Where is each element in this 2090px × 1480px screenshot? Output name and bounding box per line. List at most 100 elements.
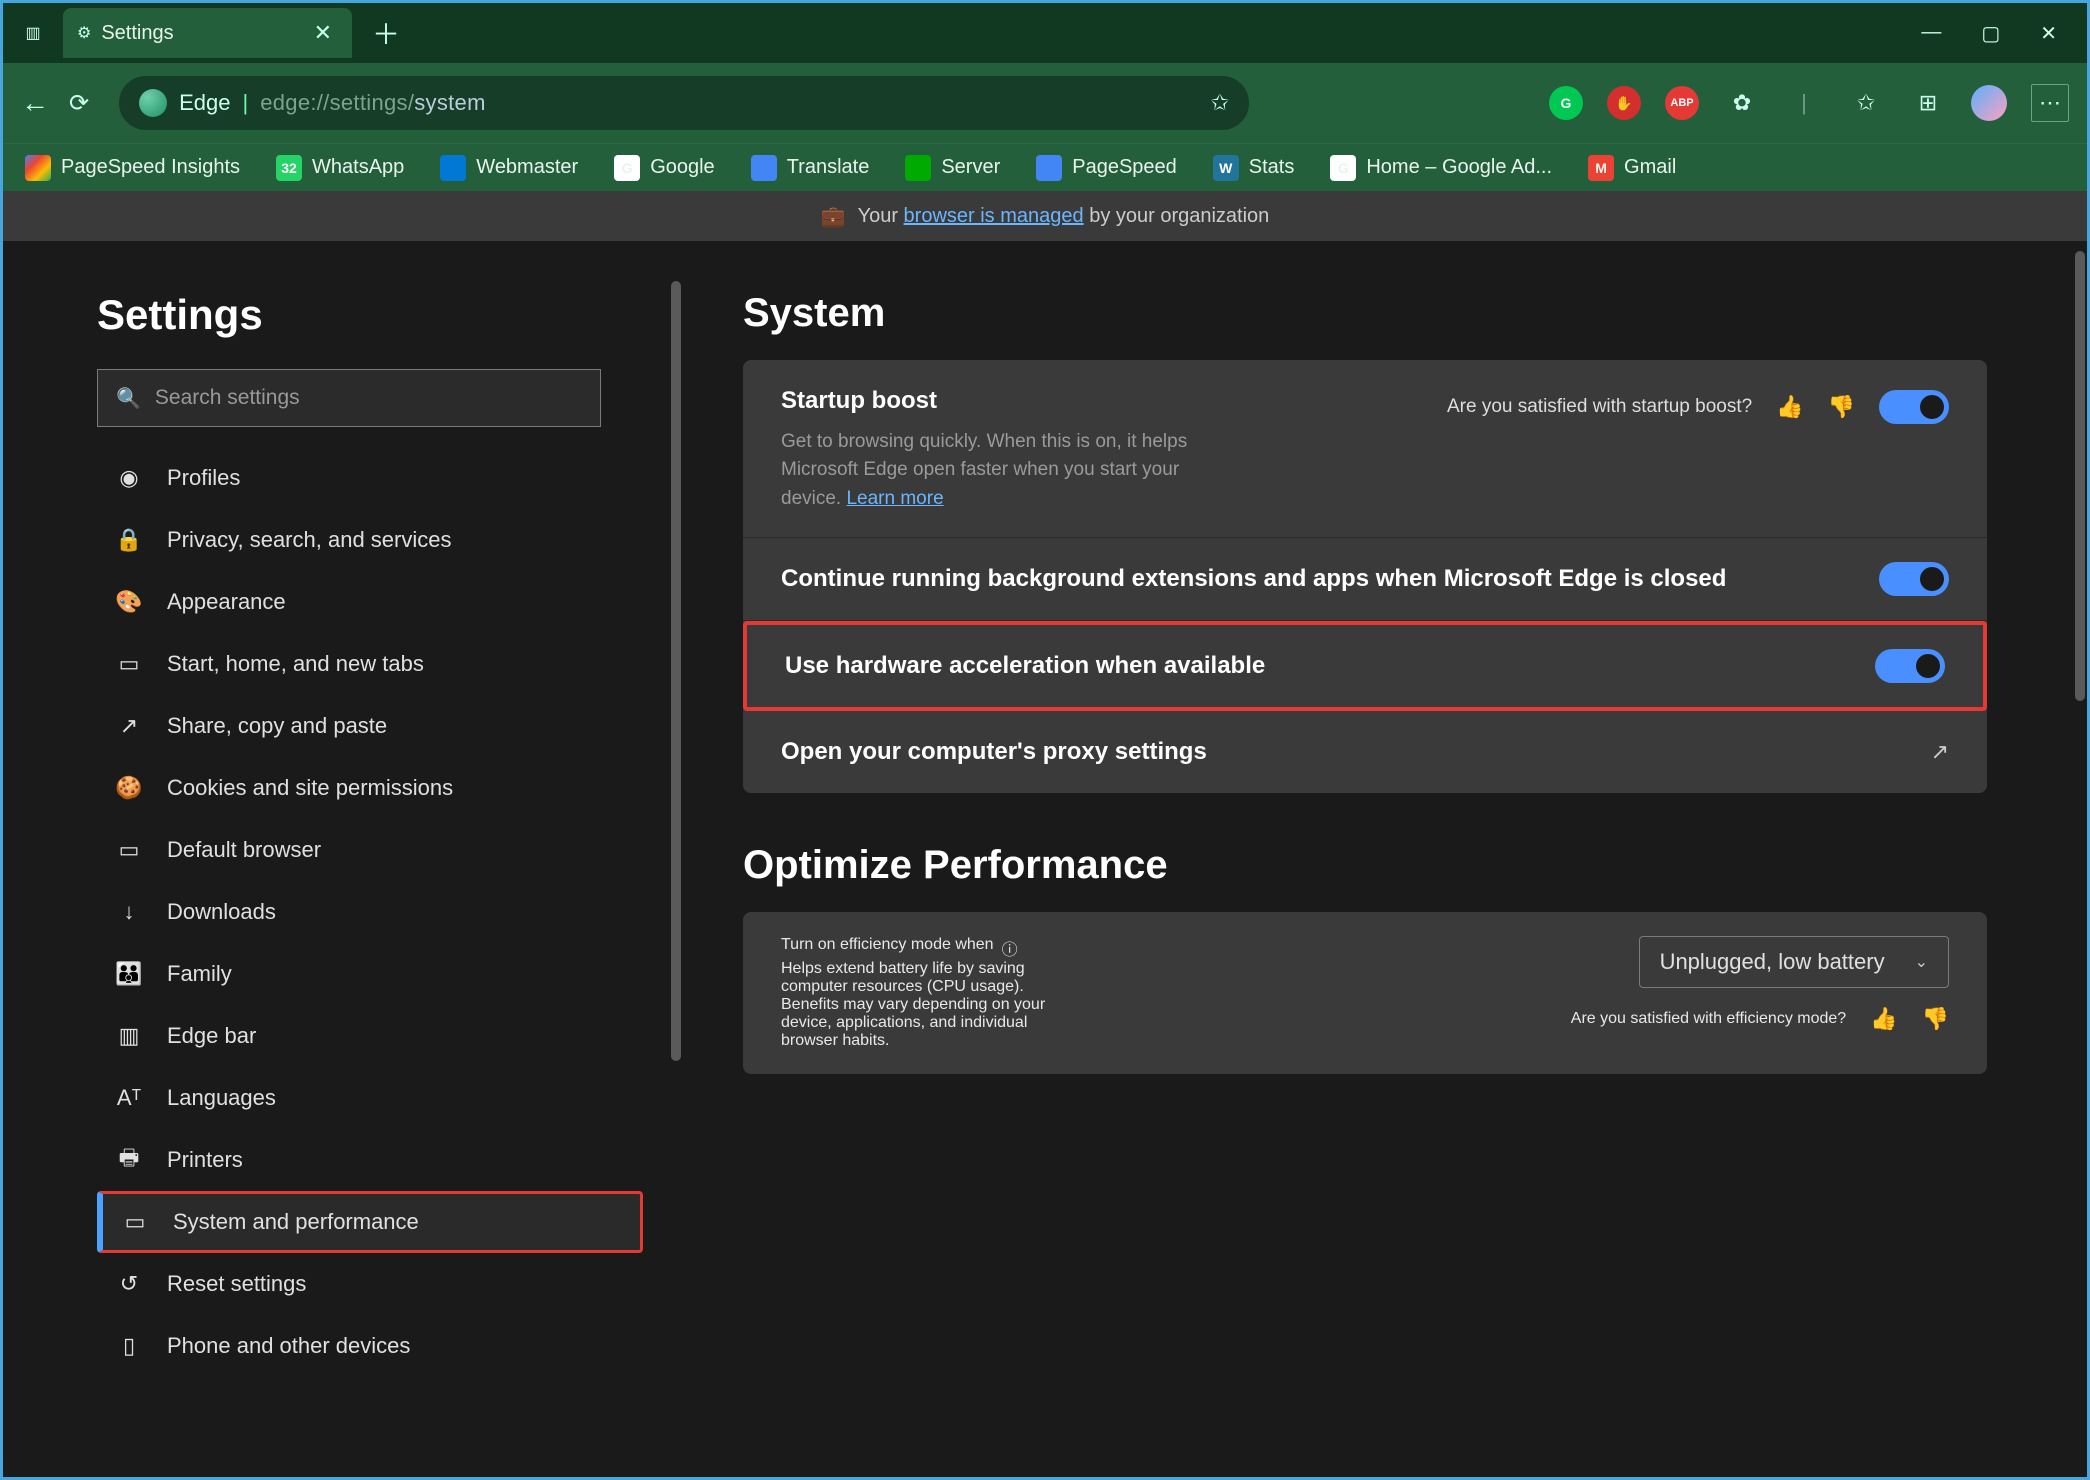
refresh-button[interactable]: ⟳ [69,89,89,118]
sidebar-item[interactable]: ▭Start, home, and new tabs [97,633,643,695]
bookmark-label: Server [941,156,1000,179]
search-settings[interactable]: 🔍 [97,369,601,427]
learn-more-link[interactable]: Learn more [846,488,943,509]
sidebar-item[interactable]: ▯Phone and other devices [97,1315,643,1377]
bookmark-label: Gmail [1624,156,1676,179]
search-input[interactable] [155,386,582,410]
sidebar-item[interactable]: 🔒Privacy, search, and services [97,509,643,571]
sidebar-item[interactable]: ▥Edge bar [97,1005,643,1067]
startup-boost-toggle[interactable] [1879,390,1949,424]
efficiency-feedback-label: Are you satisfied with efficiency mode? [1571,1010,1846,1028]
grammarly-icon[interactable]: G [1549,86,1583,120]
close-tab-icon[interactable]: ✕ [314,20,332,46]
sidebar-item-label: Edge bar [167,1023,256,1049]
row-proxy-settings[interactable]: Open your computer's proxy settings ↗ [743,711,1987,793]
external-link-icon: ↗ [1931,739,1949,765]
favorites-icon[interactable]: ✩ [1847,84,1885,122]
sidebar-item[interactable]: AᵀLanguages [97,1067,643,1129]
bookmark-item[interactable]: MGmail [1588,155,1676,181]
new-tab-button[interactable]: ＋ [372,13,400,53]
maximize-button[interactable]: ▢ [1981,21,2000,46]
more-menu-button[interactable]: ⋯ [2031,84,2069,122]
bookmark-item[interactable]: 32WhatsApp [276,155,404,181]
ublock-icon[interactable]: ✋ [1607,86,1641,120]
chevron-down-icon: ⌄ [1915,952,1928,972]
bookmark-label: Google [650,156,715,179]
bookmark-item[interactable]: GHome – Google Ad... [1330,155,1552,181]
sidebar-item[interactable]: 🍪Cookies and site permissions [97,757,643,819]
sidebar-item-label: Share, copy and paste [167,713,387,739]
efficiency-mode-dropdown[interactable]: Unplugged, low battery ⌄ [1639,936,1949,988]
sidebar-item-icon: ◉ [115,465,143,491]
row-hardware-acceleration: Use hardware acceleration when available [743,621,1987,711]
window-controls: — ▢ ✕ [1921,21,2057,46]
minimize-button[interactable]: — [1921,21,1941,46]
sidebar-item[interactable]: ↓ Downloads [97,881,643,943]
bookmark-item[interactable]: PageSpeed [1036,155,1177,181]
tab-view-icon[interactable]: ▥ [13,13,53,53]
sidebar-item-icon: ▯ [115,1333,143,1359]
bookmark-item[interactable]: Translate [751,155,870,181]
edge-label: Edge [179,90,230,116]
sidebar-item-label: Cookies and site permissions [167,775,453,801]
bookmark-item[interactable]: PageSpeed Insights [25,155,240,181]
bookmark-icon: 32 [276,155,302,181]
browser-tab[interactable]: ⚙ Settings ✕ [63,8,352,58]
sidebar-item[interactable]: 🖶Printers [97,1129,643,1191]
address-bar[interactable]: Edge | edge://settings/system ✩ [119,76,1249,130]
sidebar-item-icon: ▭ [115,837,143,863]
sidebar-scrollbar[interactable] [671,281,681,1061]
sidebar-item-label: System and performance [173,1209,419,1235]
sidebar-item-label: Profiles [167,465,240,491]
sidebar-item[interactable]: 🎨Appearance [97,571,643,633]
close-window-button[interactable]: ✕ [2040,21,2057,46]
thumbs-down-icon[interactable]: 👎 [1922,1006,1949,1032]
row-efficiency-mode: Turn on efficiency mode when ⓘ Helps ext… [743,912,1987,1074]
sidebar-item-label: Downloads [167,899,276,925]
sidebar-item[interactable]: ▭System and performance [97,1191,643,1253]
system-heading: System [743,291,1987,336]
content: Settings 🔍 ◉Profiles🔒Privacy, search, an… [3,241,2087,1477]
sidebar-item-icon: ↺ [115,1271,143,1297]
sidebar-item[interactable]: 👪Family [97,943,643,1005]
startup-title: Startup boost [781,384,1427,418]
abp-icon[interactable]: ABP [1665,86,1699,120]
sidebar-item-icon: ↓ [115,899,143,925]
profile-avatar[interactable] [1971,85,2007,121]
system-card: Startup boost Get to browsing quickly. W… [743,360,1987,793]
sidebar-item-icon: Aᵀ [115,1085,143,1111]
extensions-icon[interactable]: ✿ [1723,84,1761,122]
startup-feedback-label: Are you satisfied with startup boost? [1447,396,1752,418]
thumbs-up-icon[interactable]: 👍 [1870,1006,1897,1032]
sidebar-item-icon: 🔒 [115,527,143,553]
bookmark-icon: G [1330,155,1356,181]
sidebar-item[interactable]: ↗Share, copy and paste [97,695,643,757]
settings-main: System Startup boost Get to browsing qui… [683,241,2087,1477]
sidebar-item-label: Reset settings [167,1271,306,1297]
bookmark-label: PageSpeed [1072,156,1177,179]
thumbs-up-icon[interactable]: 👍 [1776,394,1803,420]
info-icon[interactable]: ⓘ [1002,936,1018,960]
row-background-apps: Continue running background extensions a… [743,538,1987,621]
sidebar-item-label: Default browser [167,837,321,863]
thumbs-down-icon[interactable]: 👎 [1828,394,1855,420]
favorite-icon[interactable]: ✩ [1211,90,1229,116]
bookmark-label: Translate [787,156,870,179]
sidebar-item[interactable]: ↺ Reset settings [97,1253,643,1315]
back-button[interactable]: ← [21,87,49,119]
collections-icon[interactable]: ⊞ [1909,84,1947,122]
bookmark-item[interactable]: Webmaster [440,155,578,181]
search-icon: 🔍 [116,386,141,411]
bookmark-item[interactable]: WStats [1213,155,1295,181]
bookmark-item[interactable]: Server [905,155,1000,181]
main-scrollbar[interactable] [2075,251,2085,701]
hardware-acceleration-toggle[interactable] [1875,649,1945,683]
bookmark-label: Stats [1249,156,1295,179]
sidebar-item-label: Appearance [167,589,286,615]
sidebar-item[interactable]: ◉ Profiles [97,447,643,509]
managed-link[interactable]: browser is managed [904,205,1084,227]
sidebar-item[interactable]: ▭ Default browser [97,819,643,881]
sidebar-item-icon: ▭ [115,651,143,677]
bookmark-item[interactable]: GGoogle [614,155,715,181]
background-apps-toggle[interactable] [1879,562,1949,596]
